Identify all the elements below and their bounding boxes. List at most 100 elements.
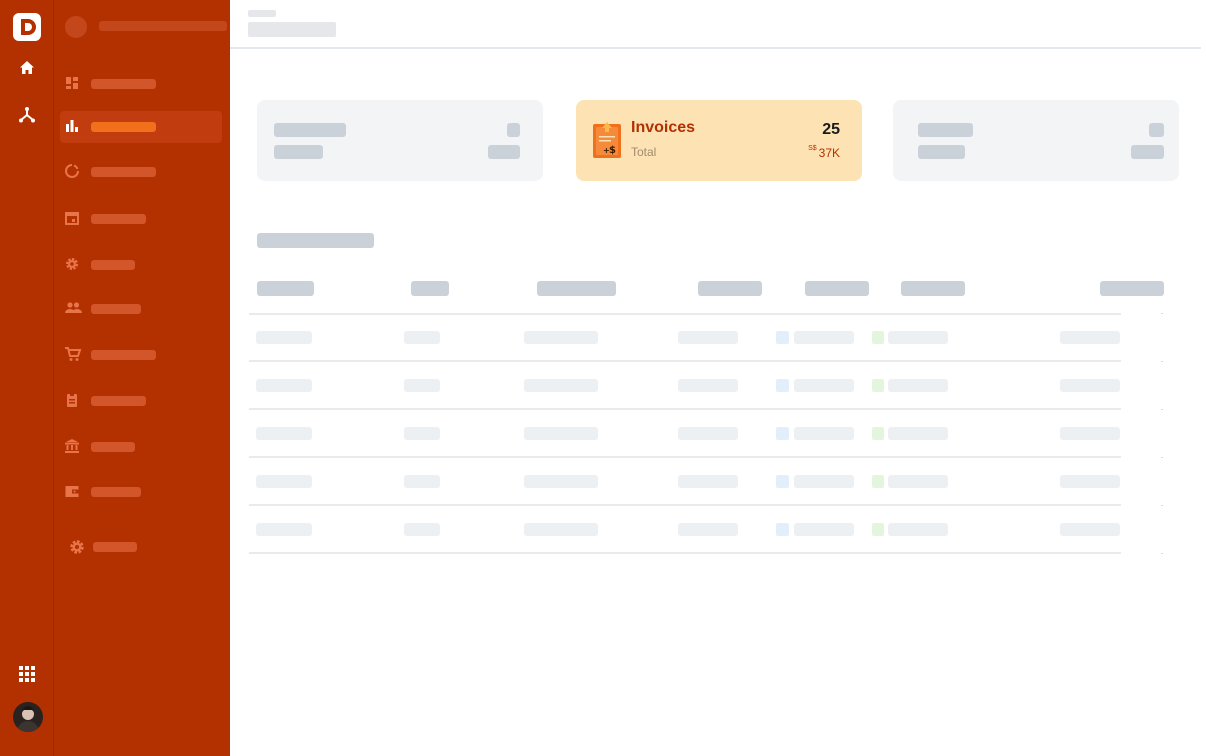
table-cell-placeholder [794,475,854,488]
table-divider [249,313,1121,315]
table-divider-tick [1161,457,1163,458]
people-icon [65,302,82,313]
page-title-placeholder [248,22,336,37]
table-cell-placeholder [256,475,312,488]
table-cell-placeholder [1060,523,1120,536]
column-header-placeholder[interactable] [257,281,314,296]
summary-card-placeholder[interactable] [893,100,1179,181]
sidebar-item-label-placeholder [91,442,135,452]
status-dot-blue [776,523,789,536]
sidebar-item-label-placeholder [91,122,156,132]
table-cell-placeholder [1060,475,1120,488]
column-header-placeholder[interactable] [537,281,616,296]
network-icon[interactable] [17,105,37,125]
table-cell-placeholder [256,379,312,392]
status-dot-green [872,379,884,392]
table-divider [249,360,1121,362]
status-dot-green [872,331,884,344]
summary-card-placeholder[interactable] [257,100,543,181]
sidebar-item-calendar[interactable] [60,203,222,235]
table-divider [249,504,1121,506]
card-title-placeholder [274,123,346,137]
table-cell-placeholder [794,523,854,536]
invoices-card-subtitle: Total [631,145,657,159]
section-title-placeholder [257,233,374,248]
table-divider-tick [1161,313,1163,314]
table-cell-placeholder [794,427,854,440]
status-dot-blue [776,427,789,440]
sidebar-item-analytics[interactable] [60,156,222,188]
icon-rail [0,0,54,756]
status-dot-green [872,523,884,536]
calendar-icon [65,212,79,225]
sidebar-item-label-placeholder [91,350,156,360]
table-cell-placeholder [1060,331,1120,344]
table-cell-placeholder [678,379,738,392]
table-cell-placeholder [524,427,598,440]
settings-icon [70,540,84,554]
sidebar-item-banking[interactable] [60,431,222,463]
table-cell-placeholder [888,379,948,392]
sidebar-item-orders[interactable] [60,339,222,371]
avatar[interactable] [13,702,43,732]
sidebar-item-wallet[interactable] [60,476,222,508]
sidebar-item-label-placeholder [91,167,156,177]
column-header-placeholder[interactable] [901,281,965,296]
invoices-amount-value: 37K [818,146,840,160]
table-divider-tick [1161,409,1163,410]
table-cell-placeholder [678,427,738,440]
sidebar-item-dashboard[interactable] [60,68,222,100]
cart-icon [65,347,82,361]
pie-chart-icon [65,164,79,178]
card-subtitle-placeholder [274,145,323,159]
table-divider [249,408,1121,410]
column-header-placeholder[interactable] [411,281,449,296]
page-header [230,0,1201,49]
table-cell-placeholder [888,427,948,440]
sidebar-item-label-placeholder [91,79,156,89]
card-count-placeholder [1149,123,1164,137]
sidebar-item-people[interactable] [60,293,222,325]
apps-grid-icon[interactable] [17,664,37,684]
card-count-placeholder [507,123,520,137]
table-cell-placeholder [524,475,598,488]
sidebar-item-settings[interactable] [64,531,226,563]
card-title-placeholder [918,123,973,137]
sidebar-item-label-placeholder [91,214,146,224]
table-cell-placeholder [256,331,312,344]
table-cell-placeholder [256,523,312,536]
svg-text:$: $ [609,145,616,156]
table-cell-placeholder [678,475,738,488]
sidebar-item-tasks[interactable] [60,385,222,417]
table-divider-tick [1161,505,1163,506]
table-cell-placeholder [256,427,312,440]
status-dot-blue [776,475,789,488]
workspace-avatar-placeholder [65,16,87,38]
table-cell-placeholder [888,523,948,536]
table-cell-placeholder [1060,379,1120,392]
column-header-placeholder[interactable] [805,281,869,296]
table-cell-placeholder [794,331,854,344]
table-cell-placeholder [404,331,440,344]
table-divider [249,552,1121,554]
table-cell-placeholder [404,379,440,392]
home-icon[interactable] [17,58,37,78]
sidebar-item-reports[interactable] [60,111,222,143]
invoices-count: 25 [822,121,840,138]
logo-d-icon[interactable] [13,13,41,41]
table-divider-tick [1161,361,1163,362]
sidebar-item-label-placeholder [91,260,135,270]
card-amount-placeholder [1131,145,1164,159]
svg-text:+: + [603,146,610,155]
table-cell-placeholder [678,523,738,536]
invoices-amount: S$ 37K [808,145,840,160]
table-cell-placeholder [794,379,854,392]
column-header-placeholder[interactable] [1100,281,1164,296]
workspace-name-placeholder [99,21,227,31]
clipboard-icon [67,393,77,407]
sidebar [54,0,230,756]
table-cell-placeholder [404,475,440,488]
column-header-placeholder[interactable] [698,281,762,296]
sidebar-item-config[interactable] [60,249,222,281]
invoices-card[interactable]: $ + Invoices Total 25 S$ 37K [576,100,862,181]
